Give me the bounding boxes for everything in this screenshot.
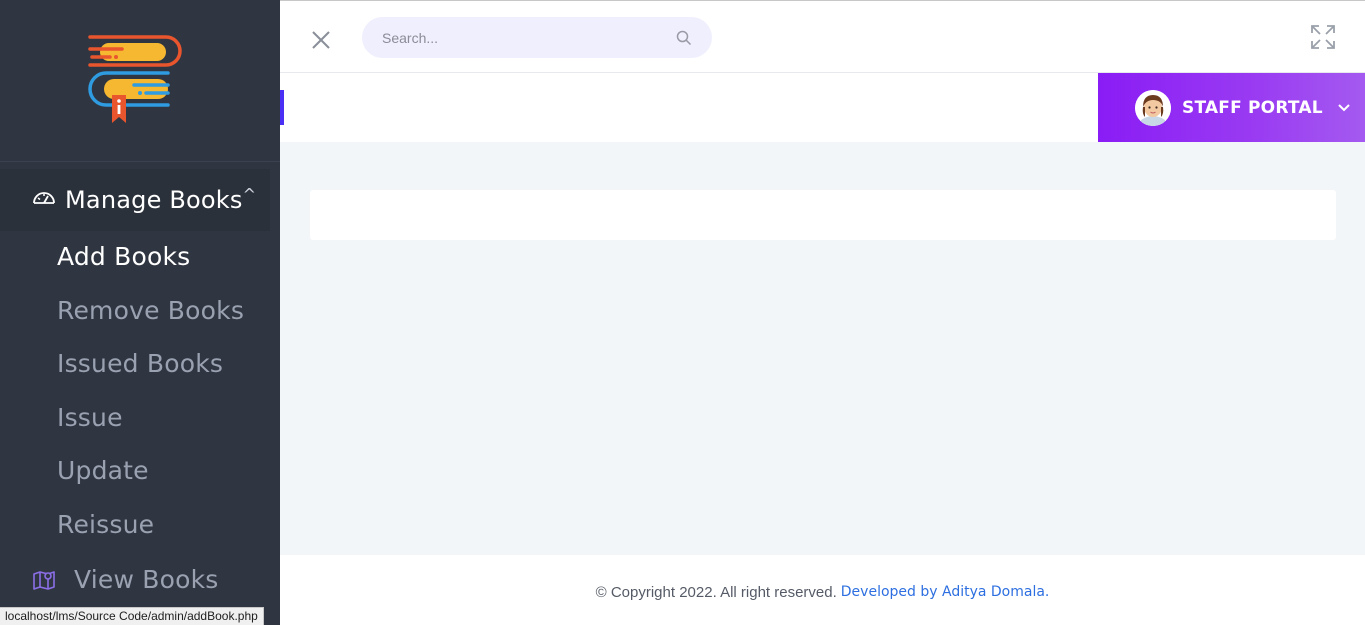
chevron-down-icon [1338, 103, 1350, 111]
menu-group-label: Manage Books [65, 186, 243, 214]
logo[interactable] [0, 0, 280, 162]
sidebar-item-issued-books[interactable]: Issued Books [57, 339, 244, 393]
menu-group-manage-books[interactable]: Manage Books ^ [0, 169, 270, 231]
submenu-manage-books: Add Books Remove Books Issued Books Issu… [57, 232, 244, 554]
sidebar-item-issue[interactable]: Issue [57, 393, 244, 447]
close-icon[interactable] [310, 29, 332, 51]
view-books-label: View Books [74, 565, 219, 594]
search-box [362, 17, 712, 58]
content-card [310, 190, 1336, 240]
sidebar-item-add-books[interactable]: Add Books [57, 232, 244, 286]
map-icon [33, 570, 55, 590]
portal-label: STAFF PORTAL [1182, 97, 1323, 118]
sidebar-item-view-books[interactable]: View Books [32, 565, 219, 594]
sidebar-item-update[interactable]: Update [57, 446, 244, 500]
page-subheader: STAFF PORTAL [280, 73, 1365, 142]
sidebar-item-reissue[interactable]: Reissue [57, 500, 244, 554]
sidebar: Manage Books ^ Add Books Remove Books Is… [0, 0, 280, 625]
search-icon[interactable] [676, 30, 692, 46]
fullscreen-icon[interactable] [1310, 24, 1336, 50]
staff-portal-dropdown[interactable]: STAFF PORTAL [1098, 73, 1365, 142]
books-logo-icon [88, 34, 182, 123]
chevron-up-icon: ^ [242, 185, 256, 204]
gauge-icon [33, 192, 55, 204]
avatar-icon [1135, 89, 1171, 126]
copyright-text: © Copyright 2022. All right reserved. [595, 583, 837, 601]
browser-status-url: localhost/lms/Source Code/admin/addBook.… [0, 607, 264, 625]
footer: © Copyright 2022. All right reserved. De… [280, 555, 1365, 625]
search-input[interactable] [362, 17, 662, 58]
top-header [280, 0, 1365, 73]
sidebar-toggle-tab[interactable] [280, 90, 284, 125]
developer-link[interactable]: Developed by Aditya Domala. [841, 584, 1050, 600]
sidebar-item-remove-books[interactable]: Remove Books [57, 286, 244, 340]
